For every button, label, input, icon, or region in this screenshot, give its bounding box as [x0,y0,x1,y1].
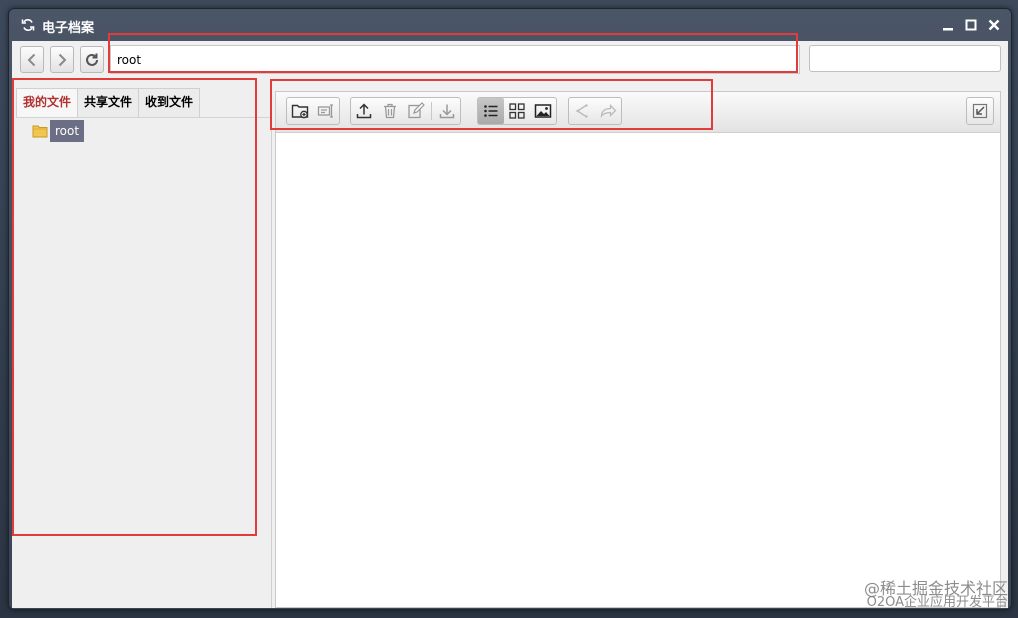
window-title: 电子档案 [42,21,95,36]
chevron-right-icon [58,53,67,66]
new-folder-button[interactable] [287,98,313,124]
edit-button[interactable] [403,98,429,124]
forward-nav-button[interactable] [50,46,74,73]
upload-button[interactable] [351,98,377,124]
image-view-icon [534,104,552,118]
chevron-left-icon [27,53,36,66]
download-icon [439,104,455,119]
address-bar [12,41,1008,81]
file-browser-panel [275,91,1001,608]
list-view-button[interactable] [478,98,504,124]
tab-divider [16,117,271,118]
toolbar-group-file-ops [350,97,461,125]
share-button[interactable] [569,98,595,124]
new-folder-icon [291,104,309,119]
list-view-icon [484,105,498,117]
tree-node-root[interactable]: root [32,120,85,142]
title-bar[interactable]: 电子档案 [9,9,1011,41]
maximize-icon[interactable] [964,18,978,32]
left-panel: 我的文件 共享文件 收到文件 root [12,79,272,608]
reload-icon [86,53,98,66]
toolbar-group-view [477,97,557,125]
toolbar-group-share [568,97,622,125]
tab-shared-files[interactable]: 共享文件 [77,88,140,117]
watermark: @稀土掘金技术社区 O2OA企业应用开发平台 [863,579,1008,610]
app-window: 电子档案 我的文件 共享文件 [8,8,1012,610]
image-view-button[interactable] [530,98,556,124]
toolbar-separator [431,102,432,120]
forward-icon [600,103,617,118]
file-tabs: 我的文件 共享文件 收到文件 [16,88,201,117]
forward-button[interactable] [595,98,621,124]
window-client: 我的文件 共享文件 收到文件 root [12,41,1008,608]
reload-button[interactable] [80,46,104,73]
toolbar-group-create [286,97,340,125]
watermark-line1: @稀土掘金技术社区 [863,579,1008,598]
back-button[interactable] [20,46,44,73]
minimize-icon[interactable] [941,18,955,32]
refresh-app-icon [21,18,35,32]
grid-view-button[interactable] [504,98,530,124]
share-icon [576,104,588,118]
folder-icon [32,125,48,138]
file-toolbar [276,92,1000,133]
delete-button[interactable] [377,98,403,124]
rename-icon [317,104,333,118]
trash-icon [384,103,396,119]
rename-button[interactable] [313,98,339,124]
tab-received-files[interactable]: 收到文件 [138,88,201,117]
collapse-button[interactable] [966,97,994,125]
download-button[interactable] [434,98,460,124]
search-input[interactable] [809,45,1001,72]
file-list-area[interactable] [276,133,1000,607]
grid-view-icon [509,103,525,119]
watermark-line2: O2OA企业应用开发平台 [866,595,1008,610]
close-icon[interactable] [987,18,1001,32]
upload-icon [356,103,372,119]
tab-my-files[interactable]: 我的文件 [16,88,79,117]
edit-icon [408,102,425,119]
path-input[interactable] [110,45,800,74]
arrow-down-left-icon [972,103,988,119]
tree-node-label[interactable]: root [50,120,85,142]
